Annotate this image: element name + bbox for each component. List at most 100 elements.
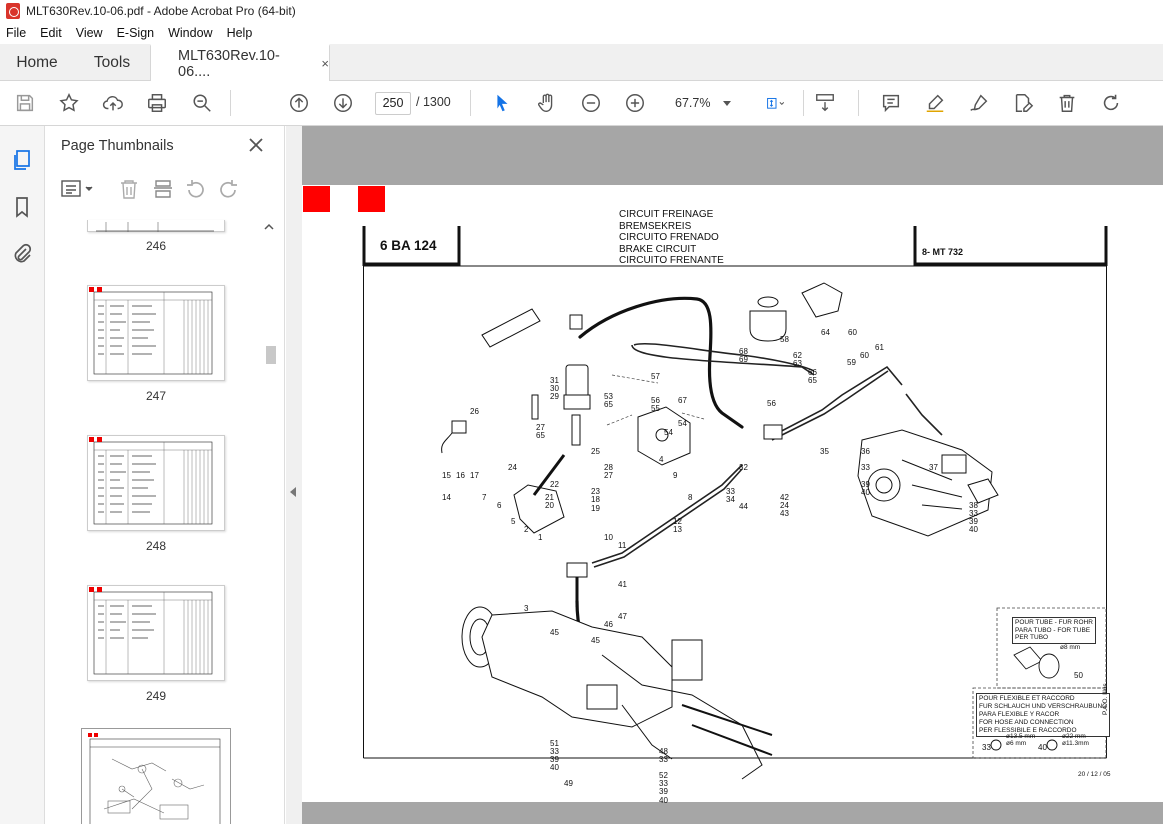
- zoom-level-dropdown[interactable]: 67.7%: [669, 92, 737, 115]
- print-icon[interactable]: [145, 91, 169, 115]
- document-model: 8- MT 732: [922, 247, 964, 257]
- options-menu-icon[interactable]: [61, 180, 93, 197]
- hose-diameter: ø22 mm: [1062, 733, 1086, 740]
- part-callout: 55: [651, 404, 660, 413]
- tab-home[interactable]: Home: [0, 44, 74, 81]
- part-callout: 59: [847, 358, 856, 367]
- scrollbar-thumb[interactable]: [266, 346, 276, 364]
- page-number-input[interactable]: 250: [375, 92, 411, 115]
- scroll-mode-icon[interactable]: [813, 91, 837, 115]
- part-callout: 43: [780, 509, 789, 518]
- part-callout: 24: [508, 463, 517, 472]
- hose-diameter: ø11.3mm: [1062, 740, 1089, 747]
- thumbnail-page-250-selected[interactable]: [81, 728, 231, 824]
- part-callout: 32: [739, 463, 748, 472]
- window-title: MLT630Rev.10-06.pdf - Adobe Acrobat Pro …: [26, 4, 296, 18]
- part-callout: 65: [808, 376, 817, 385]
- part-callout: 54: [678, 419, 687, 428]
- sign-icon[interactable]: [967, 91, 991, 115]
- hose-note-line: FUR SCHLAUCH UND VERSCHRAUBUNG: [979, 703, 1108, 710]
- fit-page-icon[interactable]: [759, 91, 793, 115]
- save-icon[interactable]: [13, 91, 37, 115]
- hand-tool-icon[interactable]: [535, 91, 559, 115]
- menu-bar: File Edit View E-Sign Window Help: [0, 22, 1163, 44]
- tab-tools[interactable]: Tools: [74, 44, 150, 81]
- thumbnail-tools: [61, 178, 271, 200]
- thumbnail-label: 249: [145, 689, 167, 703]
- part-callout: 13: [673, 525, 682, 534]
- menu-view[interactable]: View: [76, 26, 103, 40]
- edit-pdf-icon[interactable]: [1011, 91, 1035, 115]
- part-callout: 17: [470, 471, 479, 480]
- left-navigation: [0, 126, 45, 824]
- part-callout: 14: [442, 493, 451, 502]
- part-callout: 56: [767, 399, 776, 408]
- part-callout: 33: [659, 755, 668, 764]
- tube-part-number: 50: [1074, 671, 1083, 680]
- title-bar: MLT630Rev.10-06.pdf - Adobe Acrobat Pro …: [0, 0, 1163, 22]
- thumbnail-page-246[interactable]: [87, 220, 225, 232]
- bookmarks-icon[interactable]: [10, 195, 34, 219]
- panel-collapse-handle[interactable]: [286, 126, 302, 824]
- part-callout: 16: [456, 471, 465, 480]
- menu-window[interactable]: Window: [168, 26, 212, 40]
- rotate-right-icon[interactable]: [220, 180, 237, 198]
- chevron-down-icon: [723, 101, 731, 106]
- menu-help[interactable]: Help: [227, 26, 253, 40]
- tube-note-line: PER TUBO: [1015, 634, 1049, 641]
- part-callout: 67: [678, 396, 687, 405]
- part-callout: 36: [861, 447, 870, 456]
- upload-cloud-icon[interactable]: [101, 91, 125, 115]
- zoom-out-icon[interactable]: [579, 91, 603, 115]
- menu-esign[interactable]: E-Sign: [117, 26, 155, 40]
- part-callout: 47: [618, 612, 627, 621]
- zoom-in-icon[interactable]: [623, 91, 647, 115]
- bookmark-star-icon[interactable]: [57, 91, 81, 115]
- thumbnail-scrollbar[interactable]: [262, 220, 276, 824]
- part-callout: 5: [511, 517, 516, 526]
- page-thumbnails-icon[interactable]: [10, 148, 34, 172]
- menu-edit[interactable]: Edit: [40, 26, 62, 40]
- highlight-pen-icon[interactable]: [923, 91, 947, 115]
- part-callout: 8: [688, 493, 693, 502]
- part-callout: 7: [482, 493, 487, 502]
- delete-page-icon[interactable]: [121, 180, 137, 199]
- hose-note-box: POUR FLEXIBLE ET RACCORD FUR SCHLAUCH UN…: [976, 693, 1111, 737]
- previous-page-icon[interactable]: [287, 91, 311, 115]
- part-callout: 63: [793, 359, 802, 368]
- thumbnail-page-249[interactable]: [87, 585, 225, 681]
- hose-part-number: 33: [982, 743, 991, 752]
- document-view[interactable]: CIRCUIT FREINAGE BREMSEKREIS CIRCUITO FR…: [302, 126, 1163, 824]
- collapse-arrow-icon: [290, 487, 296, 497]
- part-callout: 41: [618, 580, 627, 589]
- hose-note-line: FOR HOSE AND CONNECTION: [979, 719, 1074, 726]
- rotate-icon[interactable]: [1099, 91, 1123, 115]
- part-callout: 10: [604, 533, 613, 542]
- thumbnail-label: 248: [145, 539, 167, 553]
- extract-page-icon[interactable]: [154, 180, 172, 198]
- close-panel-icon[interactable]: [247, 136, 265, 154]
- page-thumbnails-panel: Page Thumbnails 246 247 248 249: [45, 126, 285, 824]
- tube-diameter: ø8 mm: [1060, 644, 1081, 651]
- delete-icon[interactable]: [1055, 91, 1079, 115]
- part-callout: 57: [651, 372, 660, 381]
- menu-file[interactable]: File: [6, 26, 26, 40]
- next-page-icon[interactable]: [331, 91, 355, 115]
- tab-document[interactable]: MLT630Rev.10-06.... ×: [150, 44, 330, 81]
- toolbar-separator: [803, 90, 804, 116]
- rotate-left-icon[interactable]: [187, 180, 204, 198]
- select-cursor-icon[interactable]: [490, 91, 514, 115]
- comment-icon[interactable]: [879, 91, 903, 115]
- tube-note-line: POUR TUBE - FUR ROHR: [1015, 619, 1093, 626]
- attachments-icon[interactable]: [10, 242, 34, 266]
- part-callout: 26: [470, 407, 479, 416]
- toolbar-separator: [230, 90, 231, 116]
- document-date: 20 / 12 / 05: [1078, 771, 1111, 778]
- part-callout: 25: [591, 447, 600, 456]
- close-tab-icon[interactable]: ×: [321, 56, 329, 71]
- zoom-search-icon[interactable]: [190, 91, 214, 115]
- thumbnail-page-248[interactable]: [87, 435, 225, 531]
- hose-note-line: POUR FLEXIBLE ET RACCORD: [979, 695, 1075, 702]
- part-callout: 29: [550, 392, 559, 401]
- thumbnail-page-247[interactable]: [87, 285, 225, 381]
